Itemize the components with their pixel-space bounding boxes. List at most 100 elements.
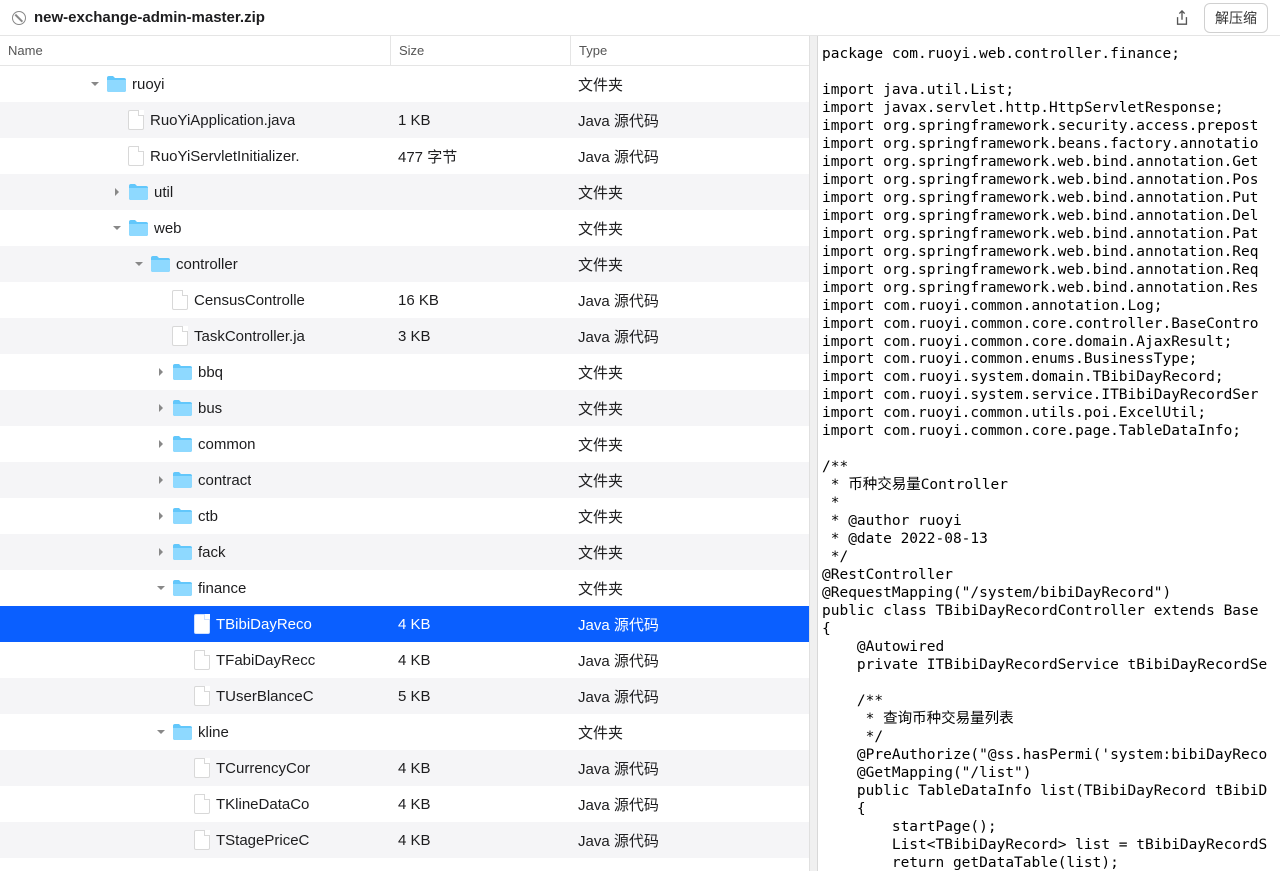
disclosure-icon[interactable] <box>110 185 124 199</box>
tree-row[interactable]: TCurrencyCor4 KBJava 源代码 <box>0 750 809 786</box>
item-size: 477 字节 <box>390 146 570 167</box>
item-name: controller <box>176 256 238 273</box>
item-name: TKlineDataCo <box>216 796 309 813</box>
item-name: bus <box>198 400 222 417</box>
col-header-size[interactable]: Size <box>390 36 570 65</box>
item-type: Java 源代码 <box>570 290 809 311</box>
col-header-name[interactable]: Name <box>0 36 390 65</box>
item-type: 文件夹 <box>570 74 809 95</box>
tree-row[interactable]: kline文件夹 <box>0 714 809 750</box>
tree-row[interactable]: TKlineDataCo4 KBJava 源代码 <box>0 786 809 822</box>
item-type: Java 源代码 <box>570 614 809 635</box>
folder-icon <box>172 436 192 452</box>
col-header-type[interactable]: Type <box>570 36 809 65</box>
tree-row[interactable]: TaskController.ja 3 KBJava 源代码 <box>0 318 809 354</box>
file-icon <box>194 794 210 814</box>
disclosure-icon[interactable] <box>132 257 146 271</box>
item-type: Java 源代码 <box>570 686 809 707</box>
item-name: TCurrencyCor <box>216 760 310 777</box>
extract-button[interactable]: 解压缩 <box>1204 3 1268 33</box>
item-type: Java 源代码 <box>570 110 809 131</box>
tree-row[interactable]: TBibiDayReco4 KBJava 源代码 <box>0 606 809 642</box>
file-icon <box>128 146 144 166</box>
item-type: 文件夹 <box>570 542 809 563</box>
tree-row[interactable]: ctb文件夹 <box>0 498 809 534</box>
item-size: 16 KB <box>390 292 570 309</box>
item-name: common <box>198 436 256 453</box>
disclosure-icon[interactable] <box>154 545 168 559</box>
item-type: Java 源代码 <box>570 830 809 851</box>
tree-row[interactable]: web文件夹 <box>0 210 809 246</box>
folder-icon <box>128 220 148 236</box>
item-type: 文件夹 <box>570 506 809 527</box>
disclosure-icon[interactable] <box>154 401 168 415</box>
panel-resizer[interactable] <box>810 36 818 871</box>
file-icon <box>172 326 188 346</box>
item-name: RuoYiServletInitializer. <box>150 148 300 165</box>
item-size: 4 KB <box>390 832 570 849</box>
disclosure-icon[interactable] <box>154 509 168 523</box>
item-name: CensusControlle <box>194 292 305 309</box>
file-list-panel: Name Size Type ruoyi文件夹RuoYiApplication.… <box>0 36 810 871</box>
item-type: Java 源代码 <box>570 146 809 167</box>
item-type: 文件夹 <box>570 578 809 599</box>
folder-icon <box>172 724 192 740</box>
folder-icon <box>172 508 192 524</box>
share-icon[interactable] <box>1174 10 1190 26</box>
tree-row[interactable]: util文件夹 <box>0 174 809 210</box>
tree-row[interactable]: controller文件夹 <box>0 246 809 282</box>
tree-row[interactable]: CensusControlle 16 KBJava 源代码 <box>0 282 809 318</box>
window-title: new-exchange-admin-master.zip <box>34 9 1166 26</box>
file-icon <box>172 290 188 310</box>
item-name: finance <box>198 580 246 597</box>
file-tree[interactable]: ruoyi文件夹RuoYiApplication.java1 KBJava 源代… <box>0 66 809 871</box>
item-name: TUserBlanceC <box>216 688 314 705</box>
tree-row[interactable]: RuoYiApplication.java1 KBJava 源代码 <box>0 102 809 138</box>
file-icon <box>194 614 210 634</box>
tree-row[interactable]: TStagePriceC 4 KBJava 源代码 <box>0 822 809 858</box>
tree-row[interactable]: RuoYiServletInitializer. 477 字节Java 源代码 <box>0 138 809 174</box>
folder-icon <box>172 580 192 596</box>
disclosure-icon[interactable] <box>88 77 102 91</box>
item-size: 4 KB <box>390 616 570 633</box>
file-icon <box>194 686 210 706</box>
item-name: kline <box>198 724 229 741</box>
item-size: 1 KB <box>390 112 570 129</box>
tree-row[interactable]: TUserBlanceC5 KBJava 源代码 <box>0 678 809 714</box>
item-type: 文件夹 <box>570 362 809 383</box>
item-type: 文件夹 <box>570 218 809 239</box>
item-name: TStagePriceC <box>216 832 309 849</box>
disclosure-icon[interactable] <box>154 437 168 451</box>
tree-row[interactable]: contract文件夹 <box>0 462 809 498</box>
preview-panel[interactable]: package com.ruoyi.web.controller.finance… <box>818 36 1280 871</box>
item-name: TaskController.ja <box>194 328 305 345</box>
folder-icon <box>172 544 192 560</box>
folder-icon <box>172 364 192 380</box>
list-header: Name Size Type <box>0 36 809 66</box>
disclosure-icon[interactable] <box>110 221 124 235</box>
folder-icon <box>128 184 148 200</box>
disclosure-icon[interactable] <box>154 581 168 595</box>
tree-row[interactable]: common 文件夹 <box>0 426 809 462</box>
tree-row[interactable]: ruoyi文件夹 <box>0 66 809 102</box>
item-name: util <box>154 184 173 201</box>
item-name: TFabiDayRecc <box>216 652 315 669</box>
item-size: 4 KB <box>390 652 570 669</box>
disclosure-icon[interactable] <box>154 473 168 487</box>
item-size: 4 KB <box>390 760 570 777</box>
item-size: 3 KB <box>390 328 570 345</box>
tree-row[interactable]: fack文件夹 <box>0 534 809 570</box>
tree-row[interactable]: finance 文件夹 <box>0 570 809 606</box>
item-type: 文件夹 <box>570 470 809 491</box>
tree-row[interactable]: bus文件夹 <box>0 390 809 426</box>
folder-icon <box>172 472 192 488</box>
item-size: 4 KB <box>390 796 570 813</box>
item-type: 文件夹 <box>570 434 809 455</box>
folder-icon <box>172 400 192 416</box>
disclosure-icon[interactable] <box>154 725 168 739</box>
tree-row[interactable]: TFabiDayRecc4 KBJava 源代码 <box>0 642 809 678</box>
tree-row[interactable]: bbq文件夹 <box>0 354 809 390</box>
disclosure-icon[interactable] <box>154 365 168 379</box>
folder-icon <box>150 256 170 272</box>
item-type: Java 源代码 <box>570 326 809 347</box>
